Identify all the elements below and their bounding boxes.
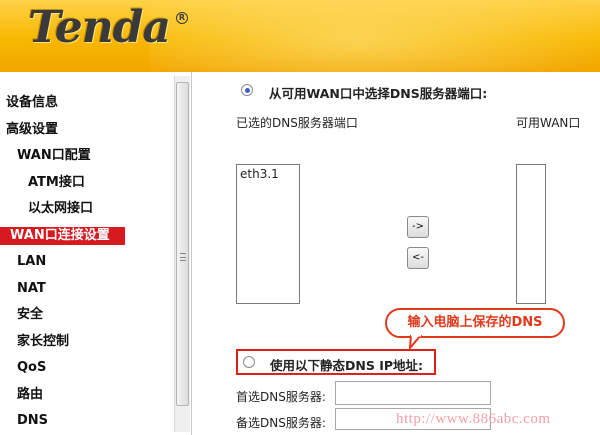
available-ports-heading: 可用WAN口 — [516, 116, 581, 130]
scrollbar-thumb[interactable] — [176, 82, 189, 406]
tenda-logo: Tenda — [28, 2, 171, 53]
callout-tail — [409, 335, 423, 349]
header-highlight — [150, 0, 600, 72]
sidebar-nav: 设备信息 高级设置 WAN口配置 ATM接口 以太网接口 WAN口连接设置 LAN NAT 安全… — [0, 90, 174, 435]
radio-wan-dns[interactable] — [241, 84, 253, 96]
radio-static-dns[interactable] — [243, 356, 255, 368]
sidebar-item[interactable]: 以太网接口 — [0, 196, 174, 223]
move-left-button[interactable]: <- — [407, 247, 429, 269]
sidebar-item[interactable]: QoS — [0, 355, 174, 382]
sidebar-scrollbar[interactable] — [174, 76, 190, 432]
option-wan-dns-label: 从可用WAN口中选择DNS服务器端口: — [269, 86, 488, 101]
primary-dns-input[interactable] — [335, 381, 491, 405]
available-ports-listbox[interactable] — [516, 164, 546, 304]
scrollbar-grip-icon — [180, 253, 186, 261]
callout-annotation: 输入电脑上保存的DNS — [385, 308, 565, 338]
sidebar-item[interactable]: DNS — [0, 408, 174, 435]
sidebar: 设备信息 高级设置 WAN口配置 ATM接口 以太网接口 WAN口连接设置 LAN NAT 安全… — [0, 72, 192, 435]
sidebar-item[interactable]: 安全 — [0, 302, 174, 329]
sidebar-item[interactable]: WAN口配置 — [0, 143, 174, 170]
sidebar-item[interactable]: 高级设置 — [0, 117, 174, 144]
sidebar-item[interactable]: 家长控制 — [0, 329, 174, 356]
registered-mark-icon: R — [176, 12, 188, 24]
option-static-dns-label: 使用以下静态DNS IP地址: — [270, 358, 424, 373]
watermark: http://www.886abc.com — [396, 411, 551, 427]
sidebar-item[interactable]: WAN口连接设置 — [0, 226, 125, 245]
secondary-dns-label: 备选DNS服务器: — [236, 416, 326, 430]
selected-ports-heading: 已选的DNS服务器端口 — [236, 116, 358, 130]
move-right-button[interactable]: -> — [407, 216, 429, 238]
header-banner: Tenda R — [0, 0, 600, 72]
primary-dns-label: 首选DNS服务器: — [236, 390, 326, 404]
sidebar-item[interactable]: NAT — [0, 276, 174, 303]
sidebar-item[interactable]: 设备信息 — [0, 90, 174, 117]
sidebar-item[interactable]: 路由 — [0, 382, 174, 409]
sidebar-item[interactable]: LAN — [0, 249, 174, 276]
listbox-option[interactable]: eth3.1 — [237, 165, 299, 183]
sidebar-item[interactable]: ATM接口 — [0, 170, 174, 197]
selected-ports-listbox[interactable]: eth3.1 — [236, 164, 300, 304]
